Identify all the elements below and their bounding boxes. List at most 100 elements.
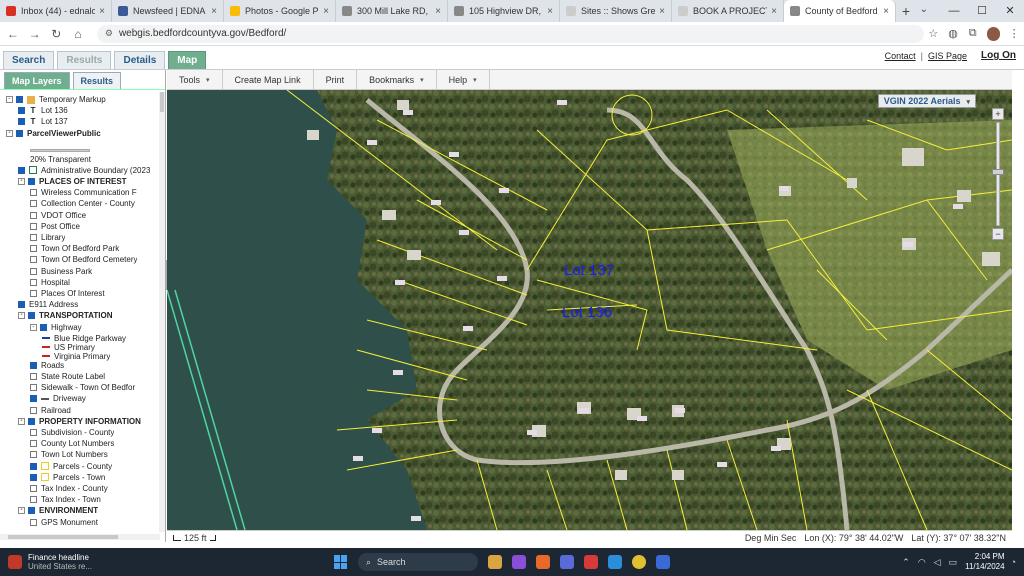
clock[interactable]: 2:04 PM 11/14/2024 bbox=[965, 552, 1004, 572]
browser-tab[interactable]: Photos - Google Photos × bbox=[224, 0, 336, 22]
layer-checkbox[interactable] bbox=[30, 373, 37, 380]
volume-icon[interactable]: ◁ bbox=[934, 557, 941, 568]
layer-checkbox[interactable] bbox=[18, 107, 25, 115]
app-icon[interactable] bbox=[584, 555, 598, 569]
zoom-out-button[interactable]: − bbox=[992, 228, 1004, 240]
close-tab-icon[interactable]: × bbox=[659, 6, 665, 17]
layer-checkbox[interactable] bbox=[30, 234, 37, 241]
start-button[interactable] bbox=[334, 555, 348, 569]
layer-checkbox[interactable] bbox=[28, 312, 35, 320]
scrollbar-thumb[interactable] bbox=[160, 92, 164, 112]
browser-tab[interactable]: County of Bedford × bbox=[784, 0, 896, 22]
forward-icon[interactable]: → bbox=[26, 27, 44, 41]
close-tab-icon[interactable]: × bbox=[99, 6, 105, 17]
layer-checkbox[interactable] bbox=[30, 429, 37, 436]
lot-136-label[interactable]: Lot 136 bbox=[562, 304, 612, 321]
browser-tab[interactable]: Newsfeed | EDNA JAMES × bbox=[112, 0, 224, 22]
layer-checkbox[interactable] bbox=[16, 96, 23, 103]
close-tab-icon[interactable]: × bbox=[323, 6, 329, 17]
layer-checkbox[interactable] bbox=[30, 473, 37, 481]
new-tab-button[interactable]: + bbox=[896, 3, 916, 19]
layer-checkbox[interactable] bbox=[30, 518, 37, 526]
expand-toggle-icon[interactable]: - bbox=[6, 129, 13, 137]
office-icon[interactable] bbox=[536, 555, 550, 569]
site-info-icon[interactable]: ⚙ bbox=[105, 28, 113, 39]
expand-toggle-icon[interactable]: - bbox=[30, 323, 37, 331]
layer-checkbox[interactable] bbox=[28, 178, 35, 185]
minimize-button[interactable]: — bbox=[940, 0, 968, 22]
copilot-icon[interactable] bbox=[512, 555, 526, 569]
tab-layer-results[interactable]: Results bbox=[72, 72, 122, 89]
close-window-button[interactable]: ✕ bbox=[996, 0, 1024, 22]
layer-checkbox[interactable] bbox=[18, 301, 25, 309]
basemap-selector[interactable]: VGIN 2022 Aerials ▾ bbox=[877, 94, 976, 108]
layer-checkbox[interactable] bbox=[30, 496, 37, 504]
news-widget[interactable]: Finance headline United States re... bbox=[8, 553, 138, 571]
layer-checkbox[interactable] bbox=[30, 222, 37, 230]
create-map-link-button[interactable]: Create Map Link bbox=[223, 69, 314, 90]
puzzle-icon[interactable]: ⧉ bbox=[963, 27, 983, 40]
browser-tab[interactable]: BOOK A PROJECT × bbox=[672, 0, 784, 22]
layer-checkbox[interactable] bbox=[30, 256, 37, 264]
layer-checkbox[interactable] bbox=[18, 166, 25, 174]
profile-avatar[interactable] bbox=[986, 26, 1001, 41]
coord-units[interactable]: Deg Min Sec bbox=[745, 533, 797, 543]
taskbar-search[interactable]: ⌕ Search bbox=[358, 553, 478, 571]
lot-137-label[interactable]: Lot 137 bbox=[564, 262, 614, 279]
back-icon[interactable]: ← bbox=[4, 27, 22, 41]
extension-icon[interactable]: ◍ bbox=[943, 27, 963, 40]
browser-tab[interactable]: 105 Highview DR, Moneta × bbox=[448, 0, 560, 22]
layer-checkbox[interactable] bbox=[30, 278, 37, 286]
battery-icon[interactable]: ▭ bbox=[949, 557, 958, 568]
close-tab-icon[interactable]: × bbox=[771, 6, 777, 17]
help-menu[interactable]: Help ▾ bbox=[437, 69, 490, 90]
hscrollbar-thumb[interactable] bbox=[8, 535, 118, 539]
chrome-icon[interactable] bbox=[632, 555, 646, 569]
layer-checkbox[interactable] bbox=[30, 440, 37, 448]
contact-link[interactable]: Contact bbox=[885, 51, 916, 61]
store-icon[interactable] bbox=[656, 555, 670, 569]
close-tab-icon[interactable]: × bbox=[547, 6, 553, 17]
close-tab-icon[interactable]: × bbox=[211, 6, 217, 17]
layer-checkbox[interactable] bbox=[30, 462, 37, 470]
gis-page-link[interactable]: GIS Page bbox=[928, 51, 967, 61]
wifi-icon[interactable]: ◠ bbox=[918, 557, 926, 568]
tab-results[interactable]: Results bbox=[57, 51, 112, 69]
expand-toggle-icon[interactable]: - bbox=[18, 312, 25, 320]
tab-search[interactable]: Search bbox=[3, 51, 55, 69]
log-on-link[interactable]: Log On bbox=[981, 50, 1016, 61]
expand-toggle-icon[interactable]: - bbox=[18, 178, 25, 185]
layer-checkbox[interactable] bbox=[30, 384, 37, 392]
file-explorer-icon[interactable] bbox=[488, 555, 502, 569]
layer-checkbox[interactable] bbox=[30, 290, 37, 297]
tab-details[interactable]: Details bbox=[114, 51, 166, 69]
zoom-slider-handle[interactable] bbox=[992, 169, 1004, 175]
tab-map[interactable]: Map bbox=[168, 51, 207, 69]
layer-checkbox[interactable] bbox=[30, 361, 37, 369]
notification-icon[interactable]: ◔ bbox=[1011, 557, 1016, 567]
browser-tab[interactable]: Inbox (44) - ednalovesons× bbox=[0, 0, 112, 22]
tab-map-layers[interactable]: Map Layers bbox=[4, 72, 70, 89]
maximize-button[interactable]: ☐ bbox=[968, 0, 996, 22]
browser-tab[interactable]: Sites :: Shows Great Photo× bbox=[560, 0, 672, 22]
layer-checkbox[interactable] bbox=[30, 245, 37, 253]
edge-icon[interactable] bbox=[608, 555, 622, 569]
layer-checkbox[interactable] bbox=[30, 211, 37, 219]
layer-checkbox[interactable] bbox=[28, 417, 35, 425]
layer-checkbox[interactable] bbox=[30, 406, 37, 414]
layer-checkbox[interactable] bbox=[30, 485, 37, 492]
home-icon[interactable]: ⌂ bbox=[69, 27, 87, 41]
zoom-in-button[interactable]: + bbox=[992, 108, 1004, 120]
tab-search-icon[interactable]: ⌄ bbox=[920, 4, 928, 15]
layer-checkbox[interactable] bbox=[30, 200, 37, 208]
menu-kebab-icon[interactable]: ⋮ bbox=[1004, 27, 1024, 40]
layer-checkbox[interactable] bbox=[30, 395, 37, 403]
chevron-up-icon[interactable]: ⌃ bbox=[902, 557, 910, 568]
tools-menu[interactable]: Tools ▾ bbox=[167, 69, 223, 90]
layer-checkbox[interactable] bbox=[40, 323, 47, 331]
teams-icon[interactable] bbox=[560, 555, 574, 569]
transparency-track[interactable] bbox=[30, 148, 90, 152]
layer-checkbox[interactable] bbox=[30, 189, 37, 197]
layer-checkbox[interactable] bbox=[30, 267, 37, 275]
expand-toggle-icon[interactable]: - bbox=[6, 96, 13, 103]
